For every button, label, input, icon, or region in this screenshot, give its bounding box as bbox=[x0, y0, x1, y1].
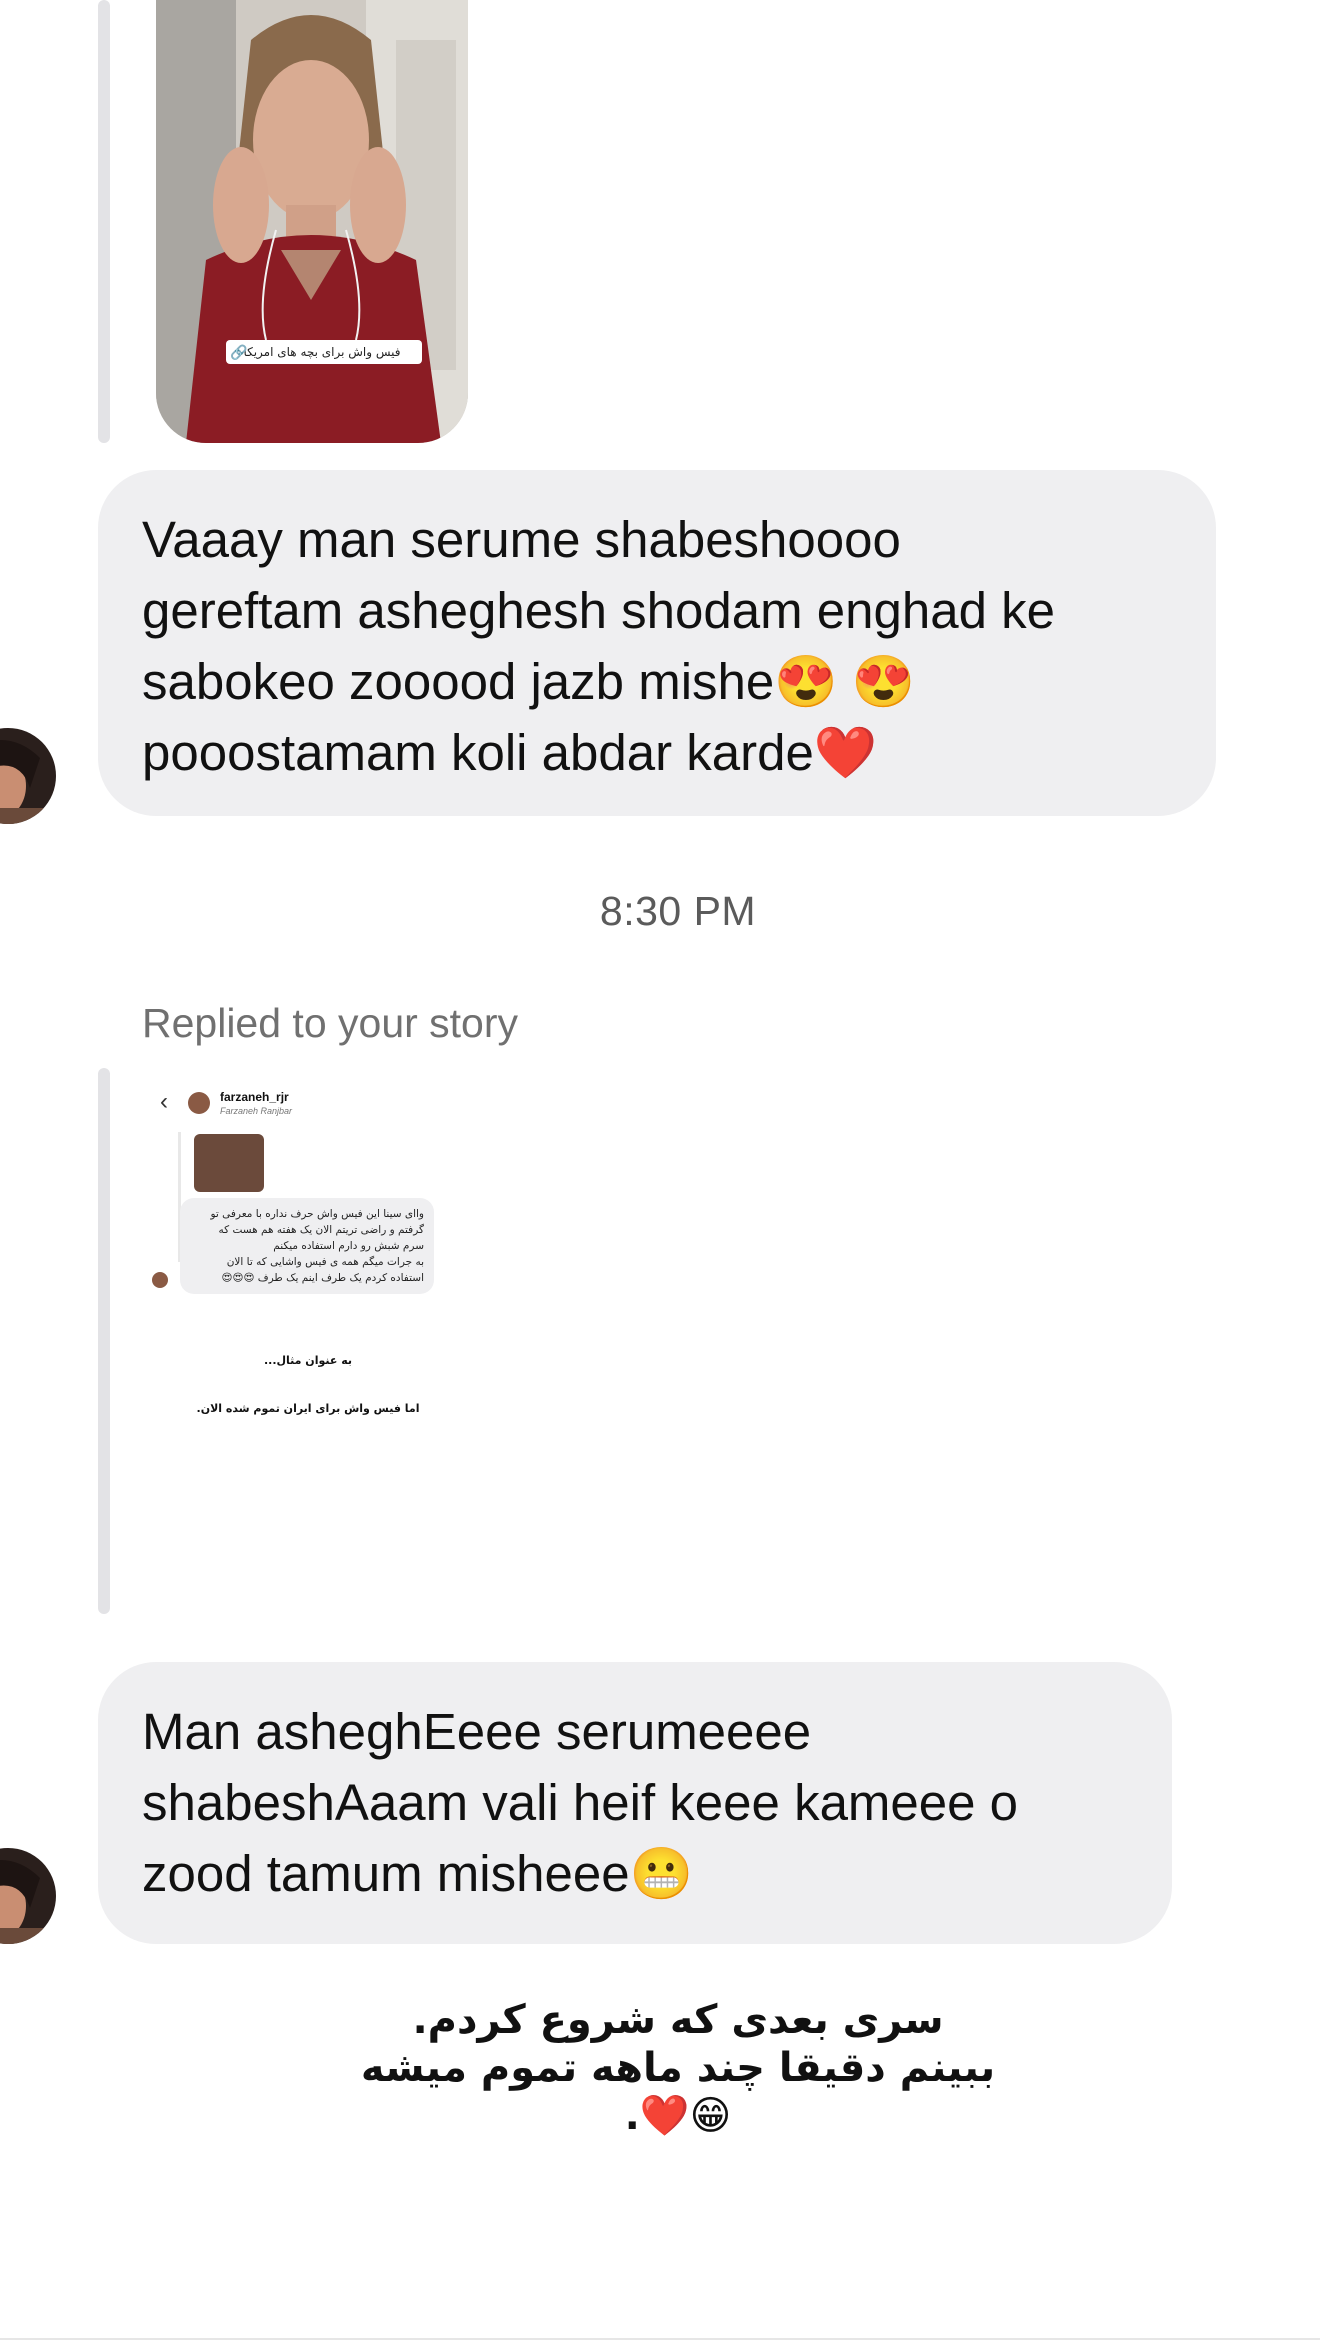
story-inner-bubble: واای سینا این فیس واش حرف نداره با معرفی… bbox=[180, 1198, 434, 1294]
timestamp: 8:30 PM bbox=[599, 888, 757, 934]
caption-line: سری بعدی که شروع کردم. bbox=[412, 1997, 944, 2043]
sender-avatar[interactable] bbox=[0, 1848, 56, 1944]
message-line: zood tamum misheee😬 bbox=[142, 1845, 694, 1902]
sender-avatar[interactable] bbox=[0, 728, 56, 824]
message-line: Man asheghEeee serumeeee bbox=[142, 1703, 812, 1760]
message-line: gereftam asheghesh shodam enghad ke bbox=[142, 582, 1055, 639]
story-caption-finished: اما فیس واش برای ایران تموم شده الان. bbox=[196, 1402, 420, 1415]
story-inner-line: استفاده کردم یک طرف اینم یک طرف 😍😍😍 bbox=[221, 1272, 424, 1284]
story-user-avatar bbox=[188, 1092, 210, 1114]
story-fullname: Farzaneh Ranjbar bbox=[220, 1106, 293, 1116]
message-bubble[interactable]: Vaaay man serume shabeshoooo gereftam as… bbox=[98, 470, 1216, 816]
link-icon: 🔗 bbox=[230, 344, 248, 360]
story-username: farzaneh_rjr bbox=[220, 1090, 289, 1104]
story-reply-line bbox=[98, 1068, 110, 1614]
story-reply-line bbox=[98, 0, 110, 443]
story-caption-example: به عنوان مثال... bbox=[263, 1354, 353, 1367]
story-inner-avatar bbox=[152, 1272, 168, 1288]
story-thumbnail[interactable]: فیس واش برای بچه های امریکا 🔗 bbox=[156, 0, 468, 443]
message-line: shabeshAaam vali heif keee kameee o bbox=[142, 1774, 1019, 1831]
story-thumbnail[interactable]: ‹ farzaneh_rjr Farzaneh Ranjbar واای سین… bbox=[148, 1068, 468, 1614]
story-inner-line: به جرات میگم همه ی فیس واشایی که تا الان bbox=[226, 1256, 424, 1268]
back-chevron-icon: ‹ bbox=[160, 1088, 168, 1115]
story-inner-line: گرفتم و راضی تریتم الان یک هفته هم هست ک… bbox=[218, 1224, 424, 1236]
caption-text: سری بعدی که شروع کردم. ببینم دقیقا چند م… bbox=[0, 1996, 1320, 2140]
story-photo bbox=[156, 0, 468, 443]
story-inner-thumbnail bbox=[194, 1134, 264, 1192]
caption-line: 😁❤️. bbox=[624, 2093, 732, 2139]
story-inner-line: سرم شبش رو دارم استفاده میکنم bbox=[273, 1240, 424, 1252]
message-line: sabokeo zooood jazb mishe😍 😍 bbox=[142, 653, 916, 710]
story-inner-line: واای سینا این فیس واش حرف نداره با معرفی… bbox=[210, 1208, 424, 1220]
message-bubble[interactable]: Man asheghEeee serumeeee shabeshAaam val… bbox=[98, 1662, 1172, 1944]
message-line: Vaaay man serume shabeshoooo bbox=[142, 511, 901, 568]
message-line: pooostamam koli abdar karde❤️ bbox=[142, 724, 878, 781]
replied-to-story-label: Replied to your story bbox=[142, 1000, 519, 1046]
story-overlay-label: فیس واش برای بچه های امریکا bbox=[243, 345, 401, 359]
caption-line: ببینم دقیقا چند ماهه تموم میشه bbox=[360, 2045, 996, 2091]
bottom-divider bbox=[0, 2338, 1320, 2340]
